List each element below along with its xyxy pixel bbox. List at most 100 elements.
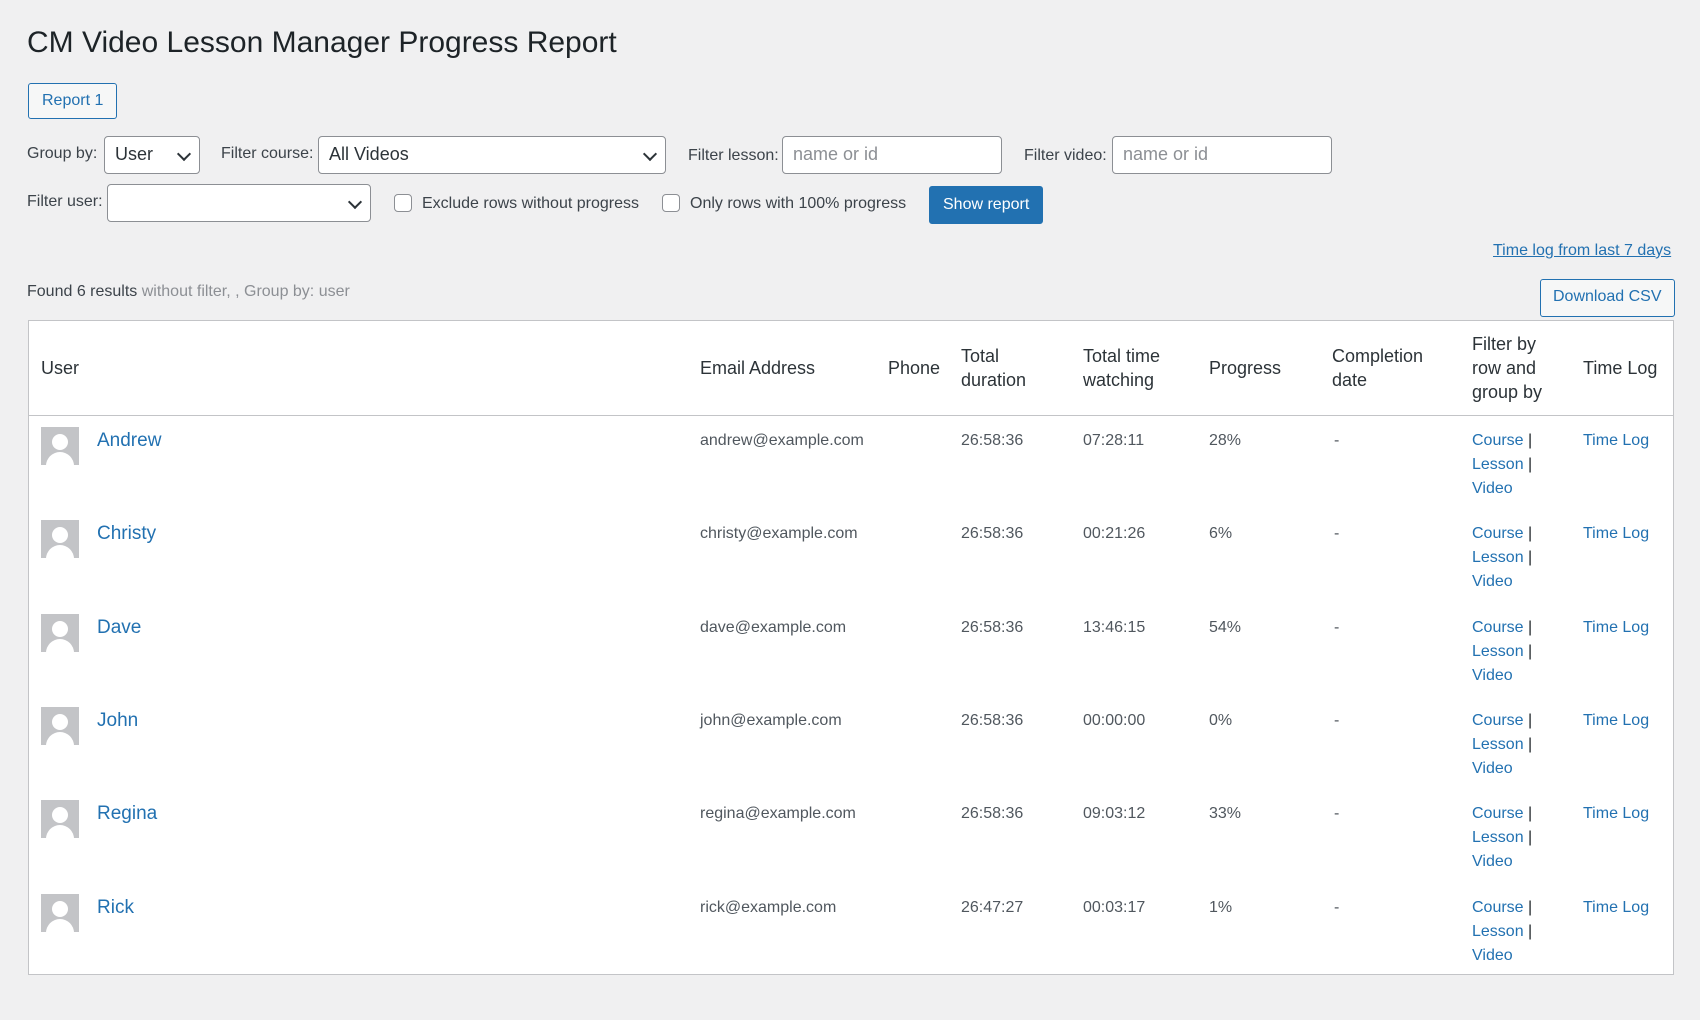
- filter-links: Course | Lesson | Video: [1472, 429, 1532, 501]
- header-filter-line2: row and: [1472, 358, 1537, 378]
- group-by-label: Group by:: [27, 145, 98, 162]
- filter-course-link[interactable]: Course: [1472, 619, 1524, 636]
- filter-course-select[interactable]: All Videos: [318, 136, 666, 174]
- filter-video-link[interactable]: Video: [1472, 760, 1513, 777]
- email-cell: regina@example.com: [700, 805, 856, 823]
- header-total-duration-line1: Total: [961, 346, 1000, 366]
- avatar: [41, 613, 79, 652]
- separator: |: [1528, 711, 1533, 729]
- report-1-tab[interactable]: Report 1: [28, 83, 118, 119]
- filter-video-link[interactable]: Video: [1472, 947, 1513, 964]
- progress-cell: 33%: [1209, 805, 1242, 823]
- filter-video-link[interactable]: Video: [1472, 853, 1513, 870]
- header-completion-line2: date: [1332, 370, 1368, 390]
- user-name-link[interactable]: Dave: [97, 616, 141, 640]
- chevron-down-icon: [347, 194, 363, 210]
- filter-links: Course | Lesson | Video: [1472, 522, 1532, 594]
- completion-date-cell: -: [1334, 711, 1340, 729]
- header-filter-line1: Filter by: [1472, 334, 1537, 354]
- time-log-link[interactable]: Time Log: [1583, 616, 1649, 640]
- filter-video-input[interactable]: name or id: [1112, 136, 1332, 174]
- total-watching-cell: 07:28:11: [1083, 432, 1145, 449]
- total-duration-cell: 26:58:36: [961, 618, 1024, 636]
- email-cell: dave@example.com: [700, 618, 847, 636]
- header-total-time-line2: watching: [1083, 370, 1155, 390]
- filter-video-link[interactable]: Video: [1472, 480, 1513, 497]
- time-log-link[interactable]: Time Log: [1583, 522, 1649, 546]
- total-watching-cell: 00:00:00: [1083, 711, 1146, 729]
- user-name-link[interactable]: Rick: [97, 896, 134, 920]
- filter-links: Course | Lesson | Video: [1472, 896, 1532, 968]
- filter-lesson-link[interactable]: Lesson: [1472, 923, 1524, 940]
- time-log-link[interactable]: Time Log: [1583, 802, 1649, 826]
- avatar: [41, 706, 79, 745]
- progress-cell: 6%: [1209, 525, 1233, 543]
- filter-lesson-link[interactable]: Lesson: [1472, 643, 1524, 660]
- total-watching-cell: 00:03:17: [1083, 898, 1146, 916]
- user-name-link[interactable]: Regina: [97, 802, 157, 826]
- time-log-link[interactable]: Time Log: [1583, 709, 1649, 733]
- completion-date-cell: -: [1334, 525, 1340, 543]
- filter-lesson-placeholder: name or id: [793, 144, 879, 164]
- filter-course-link[interactable]: Course: [1472, 899, 1524, 916]
- progress-cell: 28%: [1209, 432, 1242, 449]
- filter-course-link[interactable]: Course: [1472, 432, 1524, 449]
- user-name-link[interactable]: Christy: [97, 522, 156, 546]
- filter-links: Course | Lesson | Video: [1472, 802, 1532, 874]
- separator: |: [1528, 525, 1533, 543]
- table-row: Christy christy@example.com 26:58:36 00:21:…: [29, 510, 1673, 603]
- table-row: John john@example.com 26:58:36 00:00:00 0% - C…: [29, 697, 1673, 790]
- header-phone: Phone: [888, 358, 941, 378]
- filter-lesson-link[interactable]: Lesson: [1472, 549, 1524, 566]
- exclude-rows-checkbox[interactable]: [394, 194, 412, 212]
- separator: |: [1528, 549, 1533, 567]
- completion-date-cell: -: [1334, 805, 1340, 823]
- only-100-checkbox[interactable]: [662, 194, 680, 212]
- separator: |: [1528, 805, 1533, 823]
- avatar: [41, 520, 79, 559]
- header-total-time-line1: Total time: [1083, 346, 1161, 366]
- download-csv-button[interactable]: Download CSV: [1540, 279, 1675, 317]
- filter-course-label: Filter course:: [221, 145, 314, 162]
- filter-lesson-link[interactable]: Lesson: [1472, 456, 1524, 473]
- page: CM Video Lesson Manager Progress Report …: [0, 0, 1700, 1020]
- completion-date-cell: -: [1334, 432, 1340, 449]
- total-watching-cell: 13:46:15: [1083, 618, 1146, 636]
- header-total-time-watching: Total time watching: [1083, 344, 1160, 392]
- filter-course-link[interactable]: Course: [1472, 712, 1524, 729]
- filter-course-link[interactable]: Course: [1472, 525, 1524, 542]
- completion-date-cell: -: [1334, 618, 1340, 636]
- filter-course-link[interactable]: Course: [1472, 805, 1524, 822]
- filter-user-select[interactable]: [107, 184, 371, 222]
- header-email: Email Address: [700, 358, 816, 378]
- time-log-last-7-days-link[interactable]: Time log from last 7 days: [1493, 242, 1671, 260]
- filter-lesson-link[interactable]: Lesson: [1472, 829, 1524, 846]
- time-log-link[interactable]: Time Log: [1583, 896, 1649, 920]
- filter-links: Course | Lesson | Video: [1472, 709, 1532, 781]
- total-duration-cell: 26:58:36: [961, 525, 1024, 543]
- filter-lesson-link[interactable]: Lesson: [1472, 736, 1524, 753]
- separator: |: [1528, 735, 1533, 753]
- header-completion-date: Completion date: [1332, 344, 1423, 392]
- total-duration-cell: 26:58:36: [961, 432, 1024, 449]
- total-duration-cell: 26:58:36: [961, 805, 1024, 823]
- group-by-value: User: [115, 144, 154, 164]
- user-name-link[interactable]: Andrew: [97, 429, 161, 453]
- filter-lesson-input[interactable]: name or id: [782, 136, 1002, 174]
- filter-lesson-label: Filter lesson:: [688, 147, 779, 164]
- table-row: Rick rick@example.com 26:47:27 00:03:17 1% - C…: [29, 884, 1673, 977]
- filter-video-link[interactable]: Video: [1472, 573, 1513, 590]
- header-completion-line1: Completion: [1332, 346, 1424, 366]
- separator: |: [1528, 642, 1533, 660]
- avatar: [41, 800, 79, 839]
- filter-video-placeholder: name or id: [1123, 144, 1209, 164]
- results-count: Found 6 results: [27, 283, 138, 300]
- total-watching-cell: 00:21:26: [1083, 525, 1146, 543]
- chevron-down-icon: [642, 146, 658, 162]
- group-by-select[interactable]: User: [104, 136, 200, 174]
- show-report-button[interactable]: Show report: [929, 186, 1044, 224]
- results-detail: without filter, , Group by: user: [137, 283, 350, 300]
- user-name-link[interactable]: John: [97, 709, 138, 733]
- time-log-link[interactable]: Time Log: [1583, 429, 1649, 453]
- filter-video-link[interactable]: Video: [1472, 667, 1513, 684]
